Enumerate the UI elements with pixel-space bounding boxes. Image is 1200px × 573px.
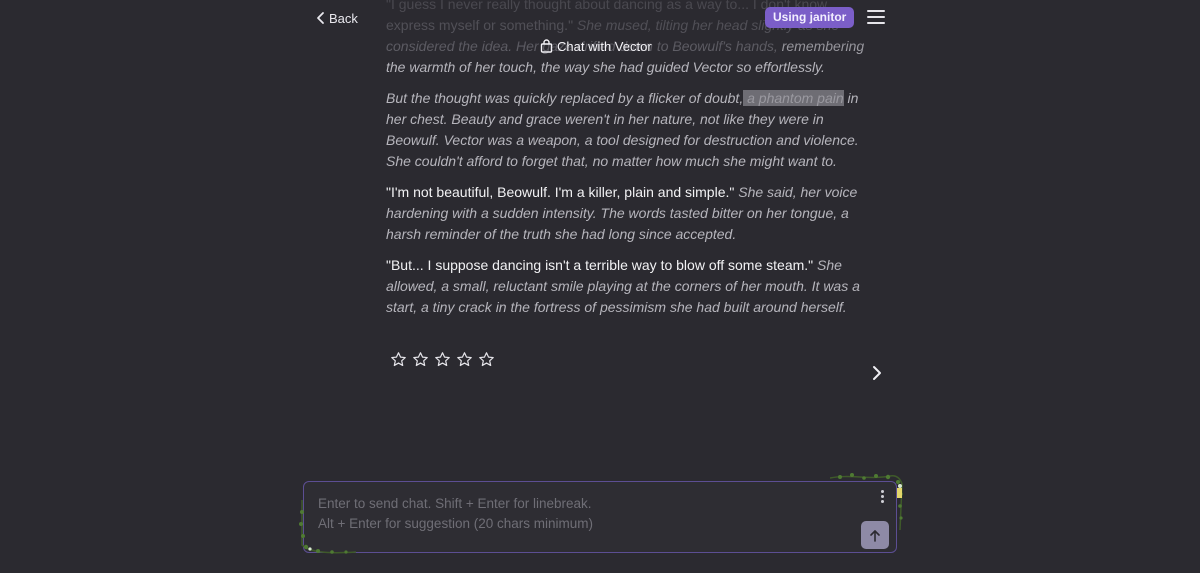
message-paragraph: But the thought was quickly replaced by … <box>386 88 878 172</box>
chat-title-text: Chat with Vector <box>557 38 652 54</box>
chat-title: Chat with Vector <box>540 36 652 56</box>
narration-text: But the thought was quickly replaced by … <box>386 90 744 106</box>
star-outline-icon[interactable] <box>478 351 495 368</box>
star-outline-icon[interactable] <box>412 351 429 368</box>
message-paragraph: "I'm not beautiful, Beowulf. I'm a kille… <box>386 182 878 245</box>
send-button[interactable] <box>861 521 889 549</box>
highlighted-text: a phantom pain <box>743 90 844 106</box>
star-outline-icon[interactable] <box>456 351 473 368</box>
back-label: Back <box>329 10 358 26</box>
dialogue-text: "But... I suppose dancing isn't a terrib… <box>386 257 814 273</box>
message-rating <box>390 351 495 368</box>
message-paragraph: "But... I suppose dancing isn't a terrib… <box>386 255 878 318</box>
hamburger-menu-icon[interactable] <box>867 10 885 24</box>
vertical-dots-icon[interactable] <box>879 490 885 504</box>
back-button[interactable]: Back <box>316 8 358 28</box>
star-outline-icon[interactable] <box>434 351 451 368</box>
chat-composer <box>303 481 897 553</box>
chat-input[interactable] <box>318 494 838 542</box>
arrow-up-icon <box>870 529 880 542</box>
bag-icon <box>540 39 553 53</box>
dialogue-text: "I'm not beautiful, Beowulf. I'm a kille… <box>386 184 735 200</box>
chevron-right-icon[interactable] <box>869 364 885 382</box>
star-outline-icon[interactable] <box>390 351 407 368</box>
chevron-left-icon <box>317 12 324 24</box>
using-janitor-badge[interactable]: Using janitor <box>765 7 855 28</box>
